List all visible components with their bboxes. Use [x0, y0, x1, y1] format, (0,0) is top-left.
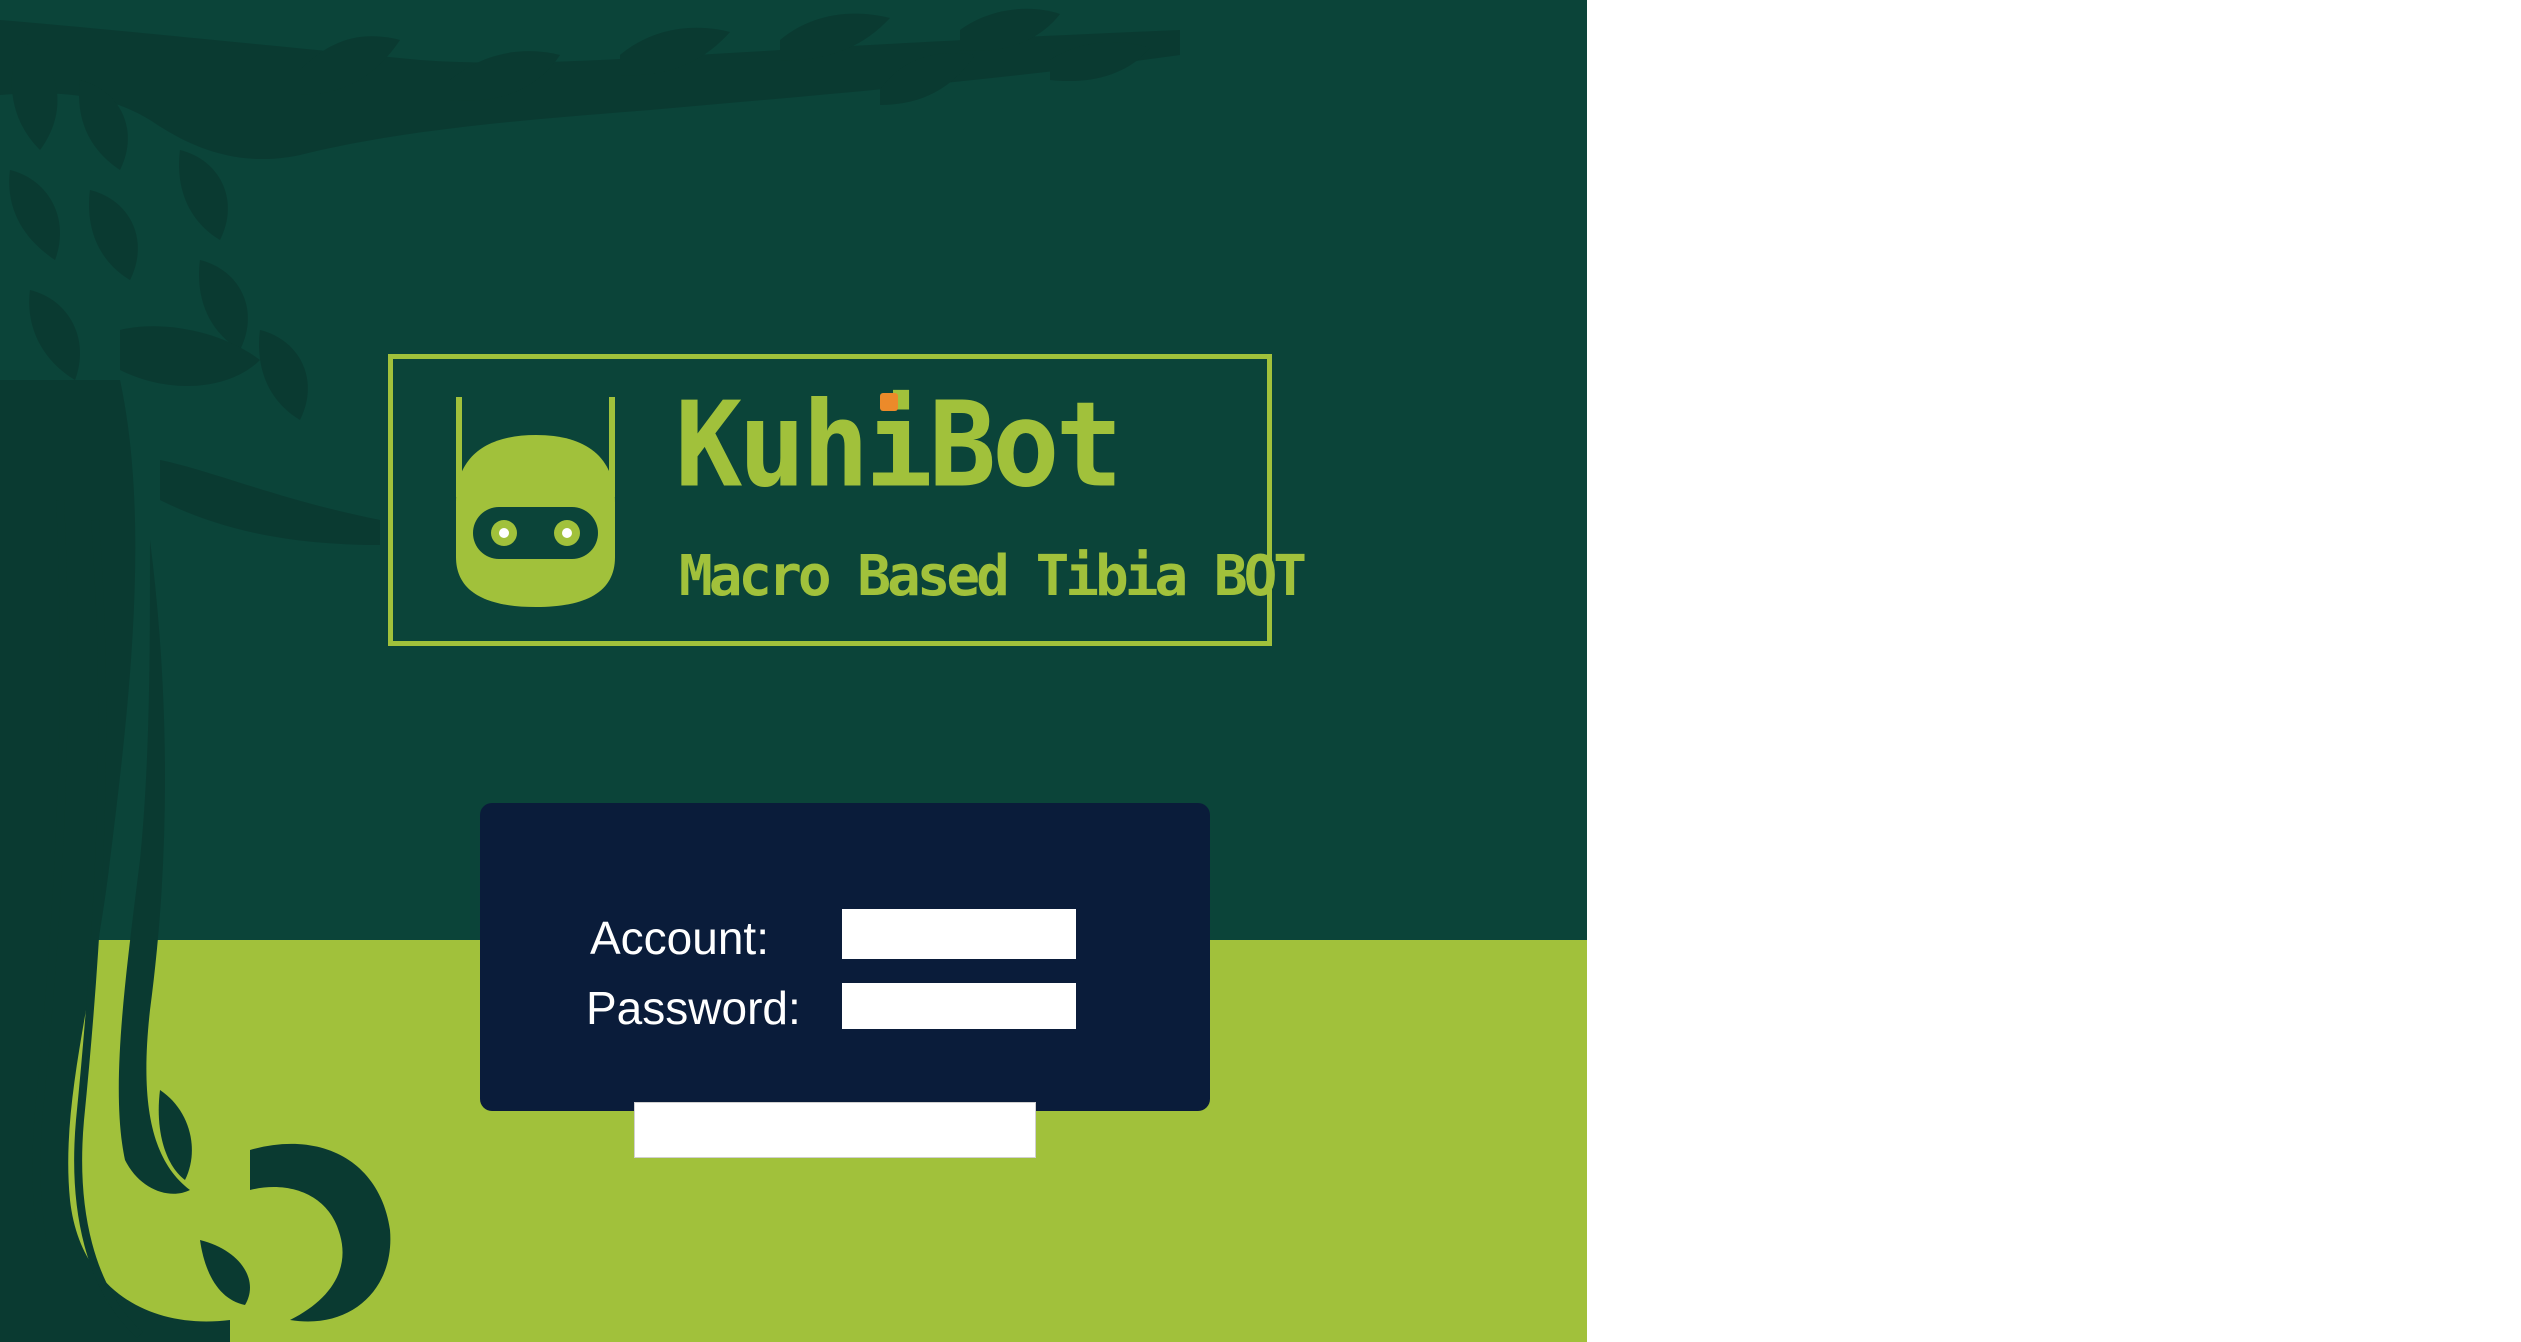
password-label: Password:: [586, 982, 801, 1034]
screen: KuhiBot Macro Based Tibia BOT Account: P…: [0, 0, 2521, 1342]
password-input[interactable]: [842, 983, 1076, 1029]
login-window: KuhiBot Macro Based Tibia BOT Account: P…: [0, 0, 1587, 1342]
login-button[interactable]: [634, 1102, 1036, 1158]
app-tagline: Macro Based Tibia BOT: [679, 544, 1307, 609]
account-label: Account:: [590, 912, 769, 964]
title-accent-dot: [880, 393, 898, 411]
robot-icon: [456, 397, 615, 607]
account-input[interactable]: [842, 909, 1076, 959]
logo-banner: KuhiBot Macro Based Tibia BOT: [388, 354, 1307, 646]
login-panel: Account: Password:: [480, 803, 1210, 1111]
